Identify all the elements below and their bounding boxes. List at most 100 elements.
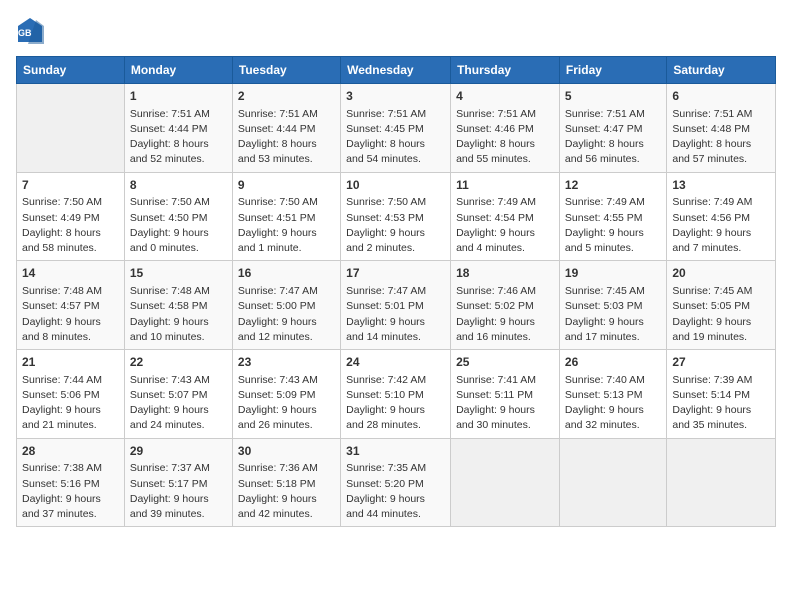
day-info: Sunrise: 7:49 AM Sunset: 4:55 PM Dayligh…: [565, 195, 661, 256]
day-info: Sunrise: 7:50 AM Sunset: 4:51 PM Dayligh…: [238, 195, 335, 256]
day-cell: 5 Sunrise: 7:51 AM Sunset: 4:47 PM Daylig…: [559, 84, 666, 173]
day-cell: 14 Sunrise: 7:48 AM Sunset: 4:57 PM Dayli…: [17, 261, 125, 350]
day-number: 7: [22, 177, 119, 194]
day-number: 28: [22, 443, 119, 460]
day-cell: 29Sunrise: 7:37 AM Sunset: 5:17 PM Dayli…: [124, 438, 232, 527]
header-cell-wednesday: Wednesday: [341, 57, 451, 84]
day-cell: [559, 438, 666, 527]
calendar-table: SundayMondayTuesdayWednesdayThursdayFrid…: [16, 56, 776, 527]
day-number: 25: [456, 354, 554, 371]
day-info: Sunrise: 7:45 AM Sunset: 5:03 PM Dayligh…: [565, 284, 661, 345]
logo: GB: [16, 16, 48, 44]
day-number: 8: [130, 177, 227, 194]
day-number: 1: [130, 88, 227, 105]
week-row-1: 1 Sunrise: 7:51 AM Sunset: 4:44 PM Daylig…: [17, 84, 776, 173]
day-info: Sunrise: 7:51 AM Sunset: 4:47 PM Dayligh…: [565, 107, 661, 168]
day-cell: 23 Sunrise: 7:43 AM Sunset: 5:09 PM Dayli…: [232, 350, 340, 439]
header-cell-tuesday: Tuesday: [232, 57, 340, 84]
day-cell: 18 Sunrise: 7:46 AM Sunset: 5:02 PM Dayli…: [451, 261, 560, 350]
day-cell: 25 Sunrise: 7:41 AM Sunset: 5:11 PM Dayli…: [451, 350, 560, 439]
logo-icon: GB: [16, 16, 44, 44]
day-cell: 26 Sunrise: 7:40 AM Sunset: 5:13 PM Dayli…: [559, 350, 666, 439]
header-row: SundayMondayTuesdayWednesdayThursdayFrid…: [17, 57, 776, 84]
day-number: 16: [238, 265, 335, 282]
day-cell: 21 Sunrise: 7:44 AM Sunset: 5:06 PM Dayli…: [17, 350, 125, 439]
day-cell: 1 Sunrise: 7:51 AM Sunset: 4:44 PM Daylig…: [124, 84, 232, 173]
week-row-3: 14 Sunrise: 7:48 AM Sunset: 4:57 PM Dayli…: [17, 261, 776, 350]
day-info: Sunrise: 7:51 AM Sunset: 4:44 PM Dayligh…: [238, 107, 335, 168]
svg-text:GB: GB: [18, 28, 32, 38]
day-cell: 8Sunrise: 7:50 AM Sunset: 4:50 PM Daylig…: [124, 172, 232, 261]
day-number: 29: [130, 443, 227, 460]
day-info: Sunrise: 7:43 AM Sunset: 5:09 PM Dayligh…: [238, 373, 335, 434]
day-cell: 16 Sunrise: 7:47 AM Sunset: 5:00 PM Dayli…: [232, 261, 340, 350]
header-cell-friday: Friday: [559, 57, 666, 84]
day-number: 27: [672, 354, 770, 371]
day-number: 26: [565, 354, 661, 371]
header-cell-saturday: Saturday: [667, 57, 776, 84]
page-header: GB: [16, 16, 776, 44]
day-cell: 12Sunrise: 7:49 AM Sunset: 4:55 PM Dayli…: [559, 172, 666, 261]
day-info: Sunrise: 7:50 AM Sunset: 4:49 PM Dayligh…: [22, 195, 119, 256]
day-cell: 24 Sunrise: 7:42 AM Sunset: 5:10 PM Dayli…: [341, 350, 451, 439]
day-number: 12: [565, 177, 661, 194]
day-info: Sunrise: 7:44 AM Sunset: 5:06 PM Dayligh…: [22, 373, 119, 434]
day-number: 13: [672, 177, 770, 194]
day-number: 24: [346, 354, 445, 371]
day-number: 2: [238, 88, 335, 105]
day-info: Sunrise: 7:39 AM Sunset: 5:14 PM Dayligh…: [672, 373, 770, 434]
day-cell: 22 Sunrise: 7:43 AM Sunset: 5:07 PM Dayli…: [124, 350, 232, 439]
day-info: Sunrise: 7:49 AM Sunset: 4:54 PM Dayligh…: [456, 195, 554, 256]
day-info: Sunrise: 7:43 AM Sunset: 5:07 PM Dayligh…: [130, 373, 227, 434]
day-cell: 31Sunrise: 7:35 AM Sunset: 5:20 PM Dayli…: [341, 438, 451, 527]
day-cell: 19Sunrise: 7:45 AM Sunset: 5:03 PM Dayli…: [559, 261, 666, 350]
day-cell: 4 Sunrise: 7:51 AM Sunset: 4:46 PM Daylig…: [451, 84, 560, 173]
day-number: 17: [346, 265, 445, 282]
day-number: 22: [130, 354, 227, 371]
day-info: Sunrise: 7:51 AM Sunset: 4:44 PM Dayligh…: [130, 107, 227, 168]
week-row-5: 28Sunrise: 7:38 AM Sunset: 5:16 PM Dayli…: [17, 438, 776, 527]
day-cell: 11Sunrise: 7:49 AM Sunset: 4:54 PM Dayli…: [451, 172, 560, 261]
week-row-4: 21 Sunrise: 7:44 AM Sunset: 5:06 PM Dayli…: [17, 350, 776, 439]
day-info: Sunrise: 7:47 AM Sunset: 5:01 PM Dayligh…: [346, 284, 445, 345]
day-info: Sunrise: 7:51 AM Sunset: 4:48 PM Dayligh…: [672, 107, 770, 168]
day-cell: 7Sunrise: 7:50 AM Sunset: 4:49 PM Daylig…: [17, 172, 125, 261]
day-number: 6: [672, 88, 770, 105]
day-info: Sunrise: 7:47 AM Sunset: 5:00 PM Dayligh…: [238, 284, 335, 345]
day-info: Sunrise: 7:42 AM Sunset: 5:10 PM Dayligh…: [346, 373, 445, 434]
day-number: 23: [238, 354, 335, 371]
week-row-2: 7Sunrise: 7:50 AM Sunset: 4:49 PM Daylig…: [17, 172, 776, 261]
day-cell: 17 Sunrise: 7:47 AM Sunset: 5:01 PM Dayli…: [341, 261, 451, 350]
day-info: Sunrise: 7:40 AM Sunset: 5:13 PM Dayligh…: [565, 373, 661, 434]
day-info: Sunrise: 7:41 AM Sunset: 5:11 PM Dayligh…: [456, 373, 554, 434]
day-cell: 2 Sunrise: 7:51 AM Sunset: 4:44 PM Daylig…: [232, 84, 340, 173]
day-cell: 3Sunrise: 7:51 AM Sunset: 4:45 PM Daylig…: [341, 84, 451, 173]
day-cell: 20Sunrise: 7:45 AM Sunset: 5:05 PM Dayli…: [667, 261, 776, 350]
day-cell: [667, 438, 776, 527]
header-cell-thursday: Thursday: [451, 57, 560, 84]
day-number: 9: [238, 177, 335, 194]
day-info: Sunrise: 7:49 AM Sunset: 4:56 PM Dayligh…: [672, 195, 770, 256]
day-cell: [451, 438, 560, 527]
day-info: Sunrise: 7:46 AM Sunset: 5:02 PM Dayligh…: [456, 284, 554, 345]
day-cell: 27 Sunrise: 7:39 AM Sunset: 5:14 PM Dayli…: [667, 350, 776, 439]
day-info: Sunrise: 7:48 AM Sunset: 4:57 PM Dayligh…: [22, 284, 119, 345]
day-number: 14: [22, 265, 119, 282]
day-info: Sunrise: 7:35 AM Sunset: 5:20 PM Dayligh…: [346, 461, 445, 522]
day-number: 31: [346, 443, 445, 460]
day-info: Sunrise: 7:51 AM Sunset: 4:45 PM Dayligh…: [346, 107, 445, 168]
day-info: Sunrise: 7:36 AM Sunset: 5:18 PM Dayligh…: [238, 461, 335, 522]
day-info: Sunrise: 7:38 AM Sunset: 5:16 PM Dayligh…: [22, 461, 119, 522]
day-number: 5: [565, 88, 661, 105]
header-cell-sunday: Sunday: [17, 57, 125, 84]
day-info: Sunrise: 7:51 AM Sunset: 4:46 PM Dayligh…: [456, 107, 554, 168]
day-cell: 28Sunrise: 7:38 AM Sunset: 5:16 PM Dayli…: [17, 438, 125, 527]
day-cell: 9Sunrise: 7:50 AM Sunset: 4:51 PM Daylig…: [232, 172, 340, 261]
header-cell-monday: Monday: [124, 57, 232, 84]
day-number: 4: [456, 88, 554, 105]
day-number: 10: [346, 177, 445, 194]
day-number: 21: [22, 354, 119, 371]
day-cell: 10Sunrise: 7:50 AM Sunset: 4:53 PM Dayli…: [341, 172, 451, 261]
day-number: 18: [456, 265, 554, 282]
day-number: 11: [456, 177, 554, 194]
